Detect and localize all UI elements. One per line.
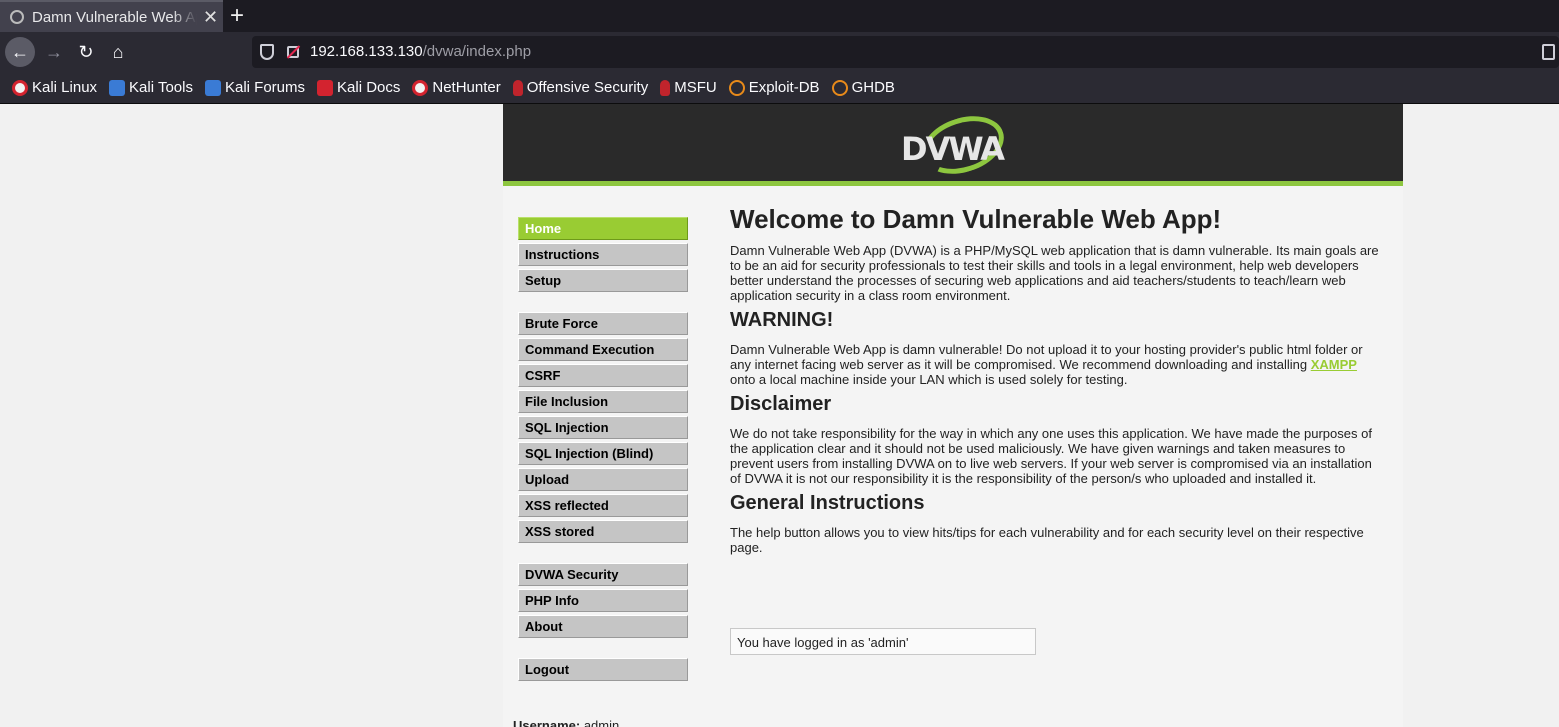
page-title: Welcome to Damn Vulnerable Web App! [730, 204, 1222, 234]
exploit-db-icon [728, 79, 745, 96]
warning-paragraph: Damn Vulnerable Web App is damn vulnerab… [730, 342, 1380, 387]
kali-dragon-icon [12, 79, 28, 96]
menu-item-csrf[interactable]: CSRF [518, 364, 688, 387]
logo-text: DVWA [901, 130, 1005, 168]
bookmark-label: Kali Linux [32, 79, 98, 96]
new-tab-button[interactable]: + [230, 2, 244, 30]
dvwa-favicon-icon [10, 10, 24, 24]
nethunter-icon [412, 79, 429, 96]
menu-item-xss-stored[interactable]: XSS stored [518, 520, 688, 543]
reload-button[interactable]: ↻ [71, 37, 101, 67]
page-background-right [1403, 104, 1559, 727]
bookmark-label: Kali Docs [337, 79, 401, 96]
main-content: Welcome to Damn Vulnerable Web App! Damn… [730, 204, 1380, 561]
warning-text-2: onto a local machine inside your LAN whi… [730, 372, 1128, 387]
menu-item-setup[interactable]: Setup [518, 269, 688, 292]
browser-tab-bar: Damn Vulnerable Web App (DVWA) v1.0.7 ::… [0, 0, 1559, 32]
dvwa-logo: DVWA [899, 106, 1012, 184]
disclaimer-paragraph: We do not take responsibility for the wa… [730, 426, 1372, 486]
bookmark-kali-forums[interactable]: Kali Forums [204, 79, 306, 96]
insecure-lock-icon[interactable] [287, 46, 299, 58]
instructions-heading: General Instructions [730, 492, 925, 514]
url-text[interactable]: 192.168.133.130/dvwa/index.php [310, 43, 531, 60]
menu-item-upload[interactable]: Upload [518, 468, 688, 491]
bookmark-label: Offensive Security [526, 79, 649, 96]
bookmark-label: Exploit-DB [748, 79, 820, 96]
bookmarks-toolbar: Kali Linux Kali Tools Kali Forums Kali D… [0, 72, 1559, 104]
intro-paragraph: Damn Vulnerable Web App (DVWA) is a PHP/… [730, 243, 1379, 303]
warning-heading: WARNING! [730, 309, 834, 331]
instructions-paragraph: The help button allows you to view hits/… [730, 525, 1364, 555]
bookmark-ghdb[interactable]: GHDB [831, 79, 895, 96]
menu-item-brute-force[interactable]: Brute Force [518, 312, 688, 335]
bookmark-label: MSFU [674, 79, 717, 96]
bookmark-exploit-db[interactable]: Exploit-DB [728, 79, 820, 96]
menu-spacer [518, 641, 688, 658]
bookmark-label: Kali Tools [129, 79, 193, 96]
menu-spacer [518, 295, 688, 312]
bookmark-label: Kali Forums [224, 79, 306, 96]
browser-tab[interactable]: Damn Vulnerable Web App (DVWA) v1.0.7 ::… [0, 0, 223, 32]
xampp-link[interactable]: XAMPP [1311, 357, 1357, 372]
menu-item-logout[interactable]: Logout [518, 658, 688, 681]
url-bar[interactable]: 192.168.133.130/dvwa/index.php [252, 36, 1559, 68]
kali-tools-icon [109, 79, 126, 96]
menu-item-command-execution[interactable]: Command Execution [518, 338, 688, 361]
offsec-icon [512, 79, 523, 96]
menu-spacer [518, 546, 688, 563]
username-label: Username: [513, 718, 581, 727]
url-path: /dvwa/index.php [422, 43, 532, 60]
bookmark-nethunter[interactable]: NetHunter [412, 79, 501, 96]
back-button[interactable]: ← [5, 37, 35, 67]
forward-button[interactable]: → [39, 37, 69, 67]
bookmark-kali-docs[interactable]: Kali Docs [317, 79, 400, 96]
menu-item-xss-reflected[interactable]: XSS reflected [518, 494, 688, 517]
url-host: 192.168.133.130 [310, 43, 423, 60]
menu-item-dvwa-security[interactable]: DVWA Security [518, 563, 688, 586]
menu-item-php-info[interactable]: PHP Info [518, 589, 688, 612]
menu-item-home[interactable]: Home [518, 217, 688, 240]
username-value: admin [583, 718, 620, 727]
home-button[interactable]: ⌂ [103, 37, 133, 67]
bookmark-label: NetHunter [432, 79, 501, 96]
footer-username: Username: admin [513, 718, 619, 727]
dvwa-header: DVWA [503, 104, 1403, 186]
bookmark-msfu[interactable]: MSFU [660, 79, 717, 96]
tracking-shield-icon[interactable] [260, 44, 274, 60]
bookmark-label: GHDB [851, 79, 895, 96]
dvwa-container: DVWA Home Instructions Setup Brute Force… [503, 104, 1403, 727]
login-status-message: You have logged in as 'admin' [730, 628, 1036, 655]
browser-nav-bar: ← → ↻ ⌂ 192.168.133.130/dvwa/index.php [0, 32, 1559, 72]
disclaimer-heading: Disclaimer [730, 393, 832, 415]
bookmark-kali-tools[interactable]: Kali Tools [109, 79, 193, 96]
menu-item-sql-injection-blind[interactable]: SQL Injection (Blind) [518, 442, 688, 465]
menu-item-sql-injection[interactable]: SQL Injection [518, 416, 688, 439]
reader-view-icon[interactable] [1542, 44, 1555, 60]
menu-item-about[interactable]: About [518, 615, 688, 638]
bookmark-offensive-security[interactable]: Offensive Security [512, 79, 649, 96]
menu-item-file-inclusion[interactable]: File Inclusion [518, 390, 688, 413]
bookmark-kali-linux[interactable]: Kali Linux [12, 79, 97, 96]
kali-forums-icon [204, 79, 221, 96]
kali-docs-icon [317, 79, 334, 96]
close-tab-icon[interactable]: ✕ [203, 7, 218, 28]
msfu-icon [660, 79, 671, 96]
main-menu: Home Instructions Setup Brute Force Comm… [518, 217, 688, 684]
warning-text-1: Damn Vulnerable Web App is damn vulnerab… [730, 342, 1363, 372]
tab-title: Damn Vulnerable Web App (DVWA) v1.0.7 ::… [32, 8, 197, 26]
page-background-left [0, 104, 503, 727]
menu-item-instructions[interactable]: Instructions [518, 243, 688, 266]
ghdb-icon [831, 79, 848, 96]
